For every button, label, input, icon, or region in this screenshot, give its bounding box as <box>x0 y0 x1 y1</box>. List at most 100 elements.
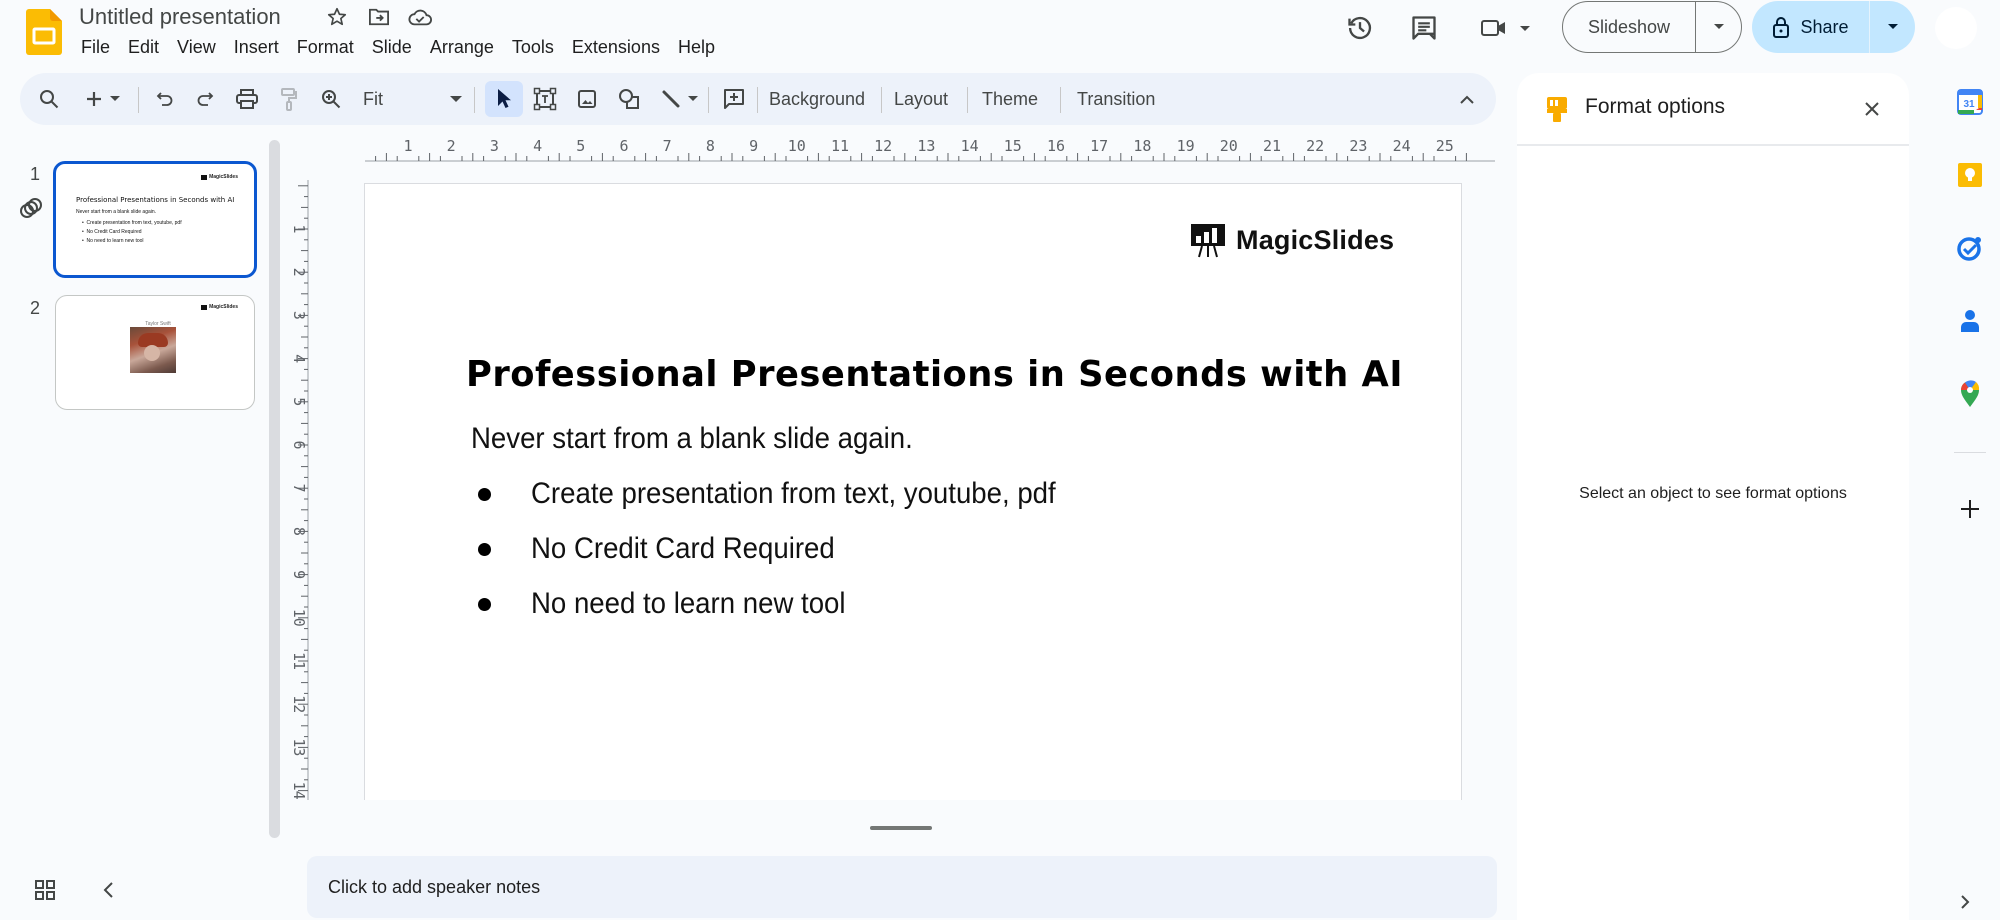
ruler-label: 15 <box>1004 137 1022 155</box>
grid-view-icon[interactable] <box>34 879 56 901</box>
menu-extensions[interactable]: Extensions <box>563 34 669 60</box>
slide-bullet[interactable]: No need to learn new tool <box>478 587 873 621</box>
slide-number: 2 <box>30 298 41 318</box>
ruler-label: 8 <box>706 137 715 155</box>
search-menus-icon[interactable] <box>34 81 64 117</box>
menu-tools[interactable]: Tools <box>503 34 563 60</box>
linked-object-icon[interactable] <box>18 196 44 220</box>
menu-arrange[interactable]: Arrange <box>421 34 503 60</box>
document-title[interactable]: Untitled presentation <box>79 2 281 32</box>
ruler-label: 4 <box>533 137 542 155</box>
ruler-label: 11 <box>290 652 308 670</box>
print-icon[interactable] <box>232 81 262 117</box>
ruler-label: 2 <box>290 268 308 277</box>
menu-help[interactable]: Help <box>669 34 724 60</box>
new-slide-icon[interactable] <box>82 81 106 117</box>
slide-thumbnail-1[interactable]: MagicSlides Professional Presentations i… <box>53 161 257 278</box>
ruler-label: 5 <box>576 137 585 155</box>
slide-title[interactable]: Professional Presentations in Seconds wi… <box>466 354 1403 395</box>
account-avatar[interactable] <box>1935 7 1977 49</box>
comments-icon[interactable] <box>1408 12 1440 44</box>
ruler-label: 10 <box>788 137 806 155</box>
keep-app-icon[interactable] <box>1952 157 1988 193</box>
logo-text: MagicSlides <box>1236 224 1395 255</box>
maps-app-icon[interactable] <box>1952 376 1988 412</box>
slideshow-dropdown-button[interactable] <box>1696 2 1741 52</box>
bullet-dot <box>478 597 491 611</box>
calendar-app-icon[interactable]: 31 <box>1952 84 1988 120</box>
ruler-label: 25 <box>1436 137 1454 155</box>
side-apps-divider <box>1954 452 1986 453</box>
add-comment-icon[interactable] <box>718 81 750 117</box>
ruler-label: 9 <box>749 137 758 155</box>
vertical-ruler[interactable]: 1234567891011121314 <box>285 180 309 800</box>
menu-view[interactable]: View <box>168 34 225 60</box>
filmstrip-scrollbar[interactable] <box>269 140 280 838</box>
format-options-panel: Format options Select an object to see f… <box>1517 73 1909 920</box>
thumb-logo: MagicSlides <box>201 304 238 310</box>
theme-button[interactable]: Theme <box>975 81 1045 117</box>
ruler-label: 24 <box>1393 137 1411 155</box>
insert-image-icon[interactable] <box>572 81 602 117</box>
ruler-label: 3 <box>290 311 308 320</box>
collapse-filmstrip-icon[interactable] <box>102 880 116 900</box>
ruler-label: 12 <box>290 695 308 713</box>
text-box-icon[interactable] <box>530 81 560 117</box>
cloud-saved-icon[interactable] <box>407 5 433 29</box>
shape-icon[interactable] <box>614 81 644 117</box>
video-call-icon[interactable] <box>1478 12 1538 44</box>
slide-bullet[interactable]: Create presentation from text, youtube, … <box>478 477 1101 511</box>
paint-format-icon[interactable] <box>274 81 304 117</box>
menu-insert[interactable]: Insert <box>225 34 288 60</box>
background-button[interactable]: Background <box>762 81 872 117</box>
zoom-select[interactable]: Fit <box>356 81 466 117</box>
toolbar-divider <box>881 87 882 113</box>
transition-button[interactable]: Transition <box>1070 81 1162 117</box>
ruler-label: 12 <box>874 137 892 155</box>
menu-file[interactable]: File <box>72 34 119 60</box>
star-icon[interactable] <box>324 5 350 29</box>
ruler-label: 5 <box>290 397 308 406</box>
layout-button[interactable]: Layout <box>887 81 955 117</box>
menu-edit[interactable]: Edit <box>119 34 168 60</box>
horizontal-ruler[interactable]: 1 2 3 4 5 6 7 8 9 10 11 12 13 14 15 16 17 18 19 20 21 22 23 24 2… <box>365 132 1495 162</box>
collapse-toolbar-icon[interactable] <box>1454 81 1480 117</box>
share-dropdown-button[interactable] <box>1870 1 1915 53</box>
undo-icon[interactable] <box>150 81 180 117</box>
menu-format[interactable]: Format <box>288 34 363 60</box>
toolbar-divider <box>757 87 758 113</box>
menu-slide[interactable]: Slide <box>363 34 421 60</box>
ruler-label: 9 <box>290 570 308 579</box>
ruler-label: 11 <box>831 137 849 155</box>
zoom-icon[interactable] <box>316 81 346 117</box>
slide-bullet[interactable]: No Credit Card Required <box>478 532 861 566</box>
share-label: Share <box>1800 16 1849 37</box>
ruler-label: 6 <box>290 440 308 449</box>
line-tool-icon[interactable] <box>656 81 686 117</box>
move-to-folder-icon[interactable] <box>366 5 392 29</box>
thumb-photo <box>130 327 176 373</box>
contacts-app-icon[interactable] <box>1952 303 1988 339</box>
line-dropdown-icon[interactable] <box>686 81 700 117</box>
slide-subtitle[interactable]: Never start from a blank slide again. <box>471 422 913 456</box>
magicslides-logo[interactable]: MagicSlides <box>1190 222 1394 258</box>
paint-roller-icon <box>1545 95 1569 123</box>
speaker-notes-field[interactable]: Click to add speaker notes <box>307 856 1497 918</box>
format-panel-empty-message: Select an object to see format options <box>1579 485 1847 502</box>
select-tool-icon[interactable] <box>485 81 523 117</box>
ruler-label: 2 <box>447 137 456 155</box>
notes-resize-handle[interactable] <box>870 826 932 830</box>
expand-side-panel-icon[interactable] <box>1960 894 1970 910</box>
version-history-icon[interactable] <box>1344 12 1376 44</box>
google-slides-logo[interactable] <box>26 9 62 55</box>
tasks-app-icon[interactable] <box>1952 230 1988 266</box>
toolbar-divider <box>967 87 968 113</box>
redo-icon[interactable] <box>190 81 220 117</box>
new-slide-dropdown-icon[interactable] <box>108 81 122 117</box>
share-button[interactable]: Share <box>1752 1 1870 53</box>
close-icon[interactable] <box>1862 99 1882 119</box>
slideshow-start-button[interactable]: Slideshow <box>1563 2 1696 52</box>
slide-thumbnail-2[interactable]: MagicSlides Taylor Swift <box>55 295 255 410</box>
bullet-dot <box>478 487 491 501</box>
get-add-ons-icon[interactable] <box>1952 491 1988 527</box>
